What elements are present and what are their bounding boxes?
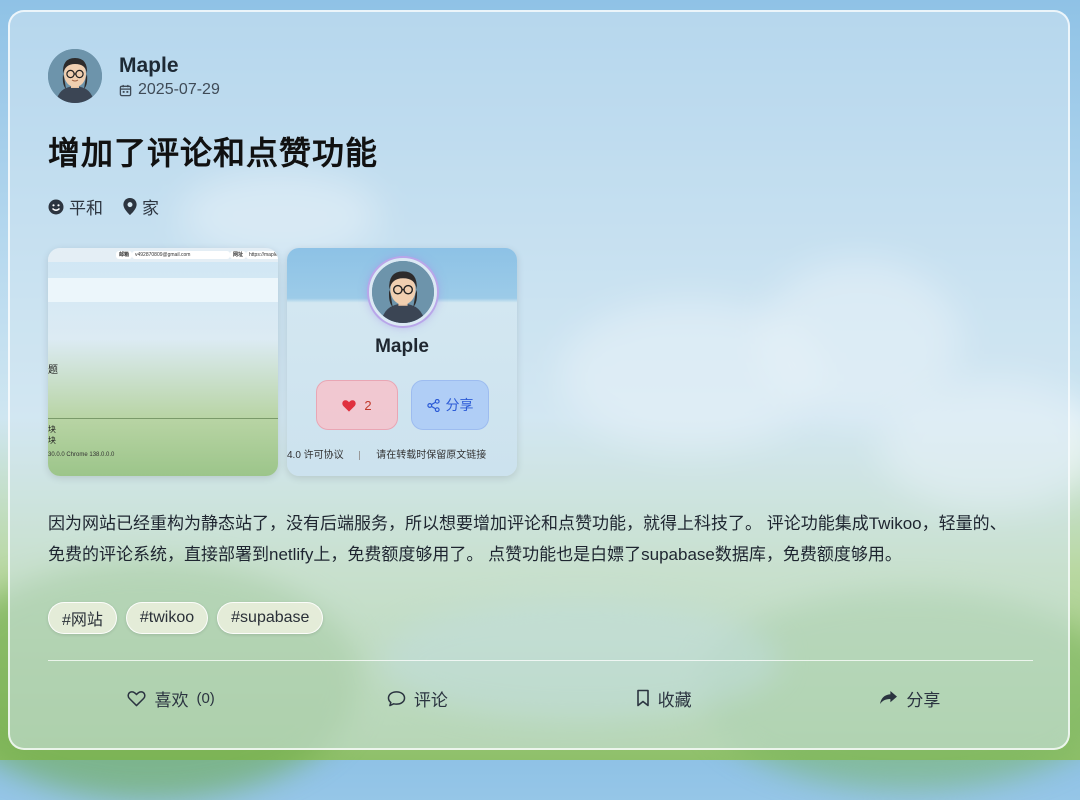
share-nodes-icon [426, 398, 440, 412]
avatar [369, 258, 437, 326]
post-meta: 平和 家 [48, 194, 179, 219]
tag[interactable]: #网站 [48, 602, 117, 634]
thumb-share-button: 分享 [411, 380, 489, 430]
author-name[interactable]: Maple [119, 53, 220, 79]
post-card: Maple 2025-07-29 增加了评论和点赞功能 平和 家 邮箱 v492… [8, 10, 1070, 750]
comment-icon [387, 690, 406, 706]
location-text: 家 [142, 199, 159, 218]
post-content: 因为网站已经重构为静态站了，没有后端服务，所以想要增加评论和点赞功能，就得上科技… [48, 514, 1007, 564]
mood-text: 平和 [69, 199, 103, 218]
comment-label: 评论 [413, 690, 448, 710]
post-title: 增加了评论和点赞功能 [48, 135, 379, 171]
share-button[interactable]: 分享 [787, 678, 1033, 718]
comment-button[interactable]: 评论 [294, 678, 540, 718]
bookmark-icon [636, 689, 649, 707]
location: 家 [123, 194, 159, 219]
thumb-url-field: https://maple [246, 251, 278, 259]
share-label: 分享 [906, 690, 941, 710]
tag[interactable]: #twikoo [125, 602, 209, 634]
favorite-button[interactable]: 收藏 [541, 678, 787, 718]
thumb-license: 4.0 许可协议 [287, 450, 344, 461]
thumb-divider [48, 418, 278, 419]
thumb-fragment: 块 [48, 436, 56, 445]
thumb-share-label: 分享 [445, 397, 474, 413]
post-image-1[interactable]: 邮箱 v492870809@gmail.com 网址 https://maple… [48, 248, 278, 476]
like-label: 喜欢 [154, 690, 189, 710]
calendar-icon [119, 84, 132, 96]
thumb-band [48, 278, 278, 302]
avatar[interactable] [48, 49, 102, 103]
map-pin-icon [123, 198, 137, 215]
heart-outline-icon [127, 690, 146, 706]
thumb-author-name: Maple [375, 336, 429, 357]
thumb-footer: 4.0 许可协议 请在转载时保留原文链接 [287, 446, 517, 461]
thumb-notice: 请在转载时保留原文链接 [376, 450, 487, 461]
heart-icon [342, 399, 357, 412]
thumb-like-count: 2 [364, 397, 372, 413]
like-count: (0) [196, 689, 215, 707]
thumb-email-label: 邮箱 [116, 251, 133, 259]
thumb-fragment: 题 [48, 365, 58, 376]
like-button[interactable]: 喜欢 (0) [48, 678, 294, 718]
thumb-like-button: 2 [316, 380, 398, 430]
share-arrow-icon [880, 690, 898, 704]
smile-icon [48, 199, 64, 214]
thumb-footer: 30.0.0 Chrome 138.0.0.0 [48, 452, 115, 458]
post-image-2[interactable]: Maple 2 分享 4.0 许可协议 请在转载时保留原文链接 [287, 248, 517, 476]
favorite-label: 收藏 [657, 690, 692, 710]
action-bar: 喜欢 (0) 评论 收藏 分享 [48, 678, 1033, 718]
thumb-url-label: 网址 [230, 251, 247, 259]
thumb-email-field: v492870809@gmail.com [132, 251, 230, 259]
post-date: 2025-07-29 [119, 81, 220, 99]
author-header: Maple 2025-07-29 [48, 49, 220, 103]
mood: 平和 [48, 194, 103, 219]
tag-list: #网站 #twikoo #supabase [48, 602, 332, 634]
thumb-fragment: 块 [48, 425, 56, 434]
date-text: 2025-07-29 [138, 81, 220, 98]
tag[interactable]: #supabase [217, 602, 324, 634]
divider [48, 660, 1033, 661]
